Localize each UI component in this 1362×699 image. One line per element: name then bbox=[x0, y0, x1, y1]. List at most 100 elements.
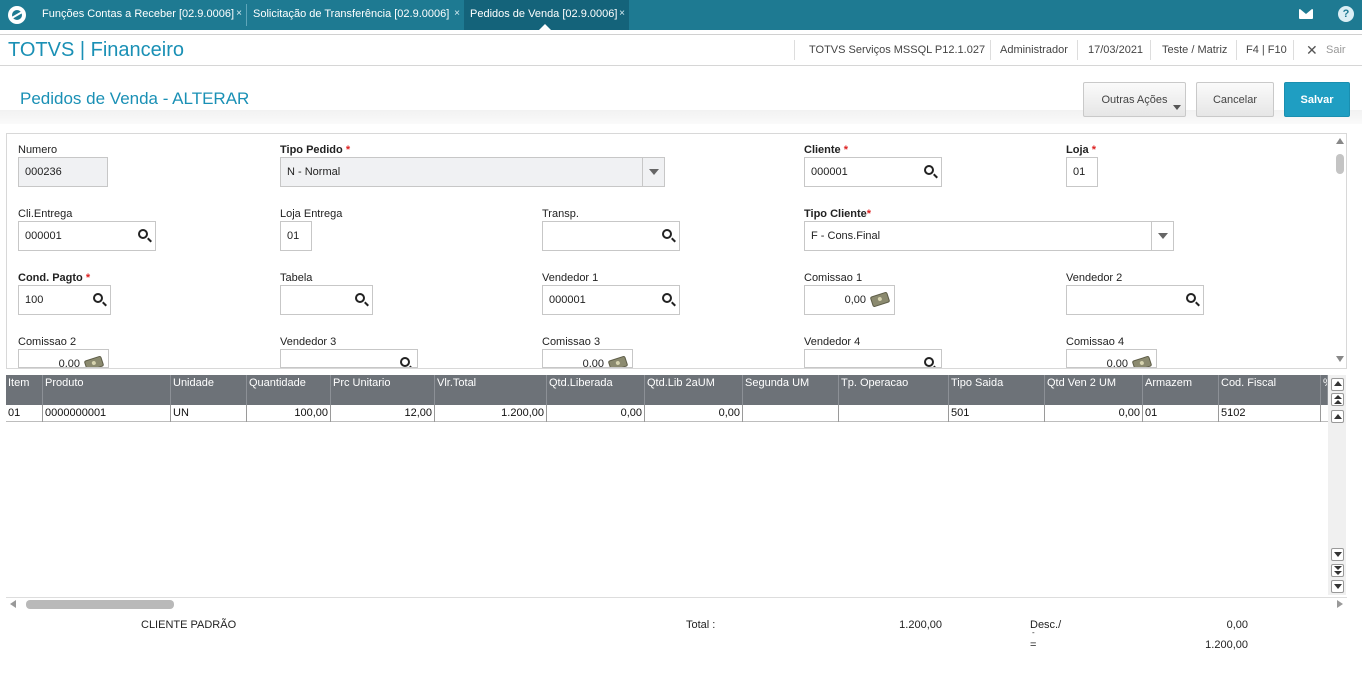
scroll-page-down-icon[interactable] bbox=[1331, 564, 1344, 577]
scroll-bottom-icon[interactable] bbox=[1331, 580, 1344, 593]
search-icon[interactable] bbox=[662, 293, 672, 303]
column-header[interactable]: Armazem bbox=[1143, 375, 1219, 405]
cell-produto[interactable]: 0000000001 bbox=[43, 405, 171, 422]
chevron-down-icon[interactable] bbox=[642, 158, 664, 186]
money-icon[interactable] bbox=[607, 355, 629, 367]
cell-armazem[interactable]: 01 bbox=[1143, 405, 1219, 422]
other-actions-button[interactable]: Outras Ações bbox=[1083, 82, 1186, 117]
shortcuts-info[interactable]: F4 | F10 bbox=[1246, 44, 1287, 56]
exit-icon[interactable]: ✕ bbox=[1306, 42, 1318, 59]
system-date[interactable]: 17/03/2021 bbox=[1088, 44, 1143, 56]
column-header[interactable]: Vlr.Total bbox=[435, 375, 547, 405]
cancel-button[interactable]: Cancelar bbox=[1196, 82, 1274, 117]
cell-cod-fiscal[interactable]: 5102 bbox=[1219, 405, 1321, 422]
comissao4-field[interactable]: 0,00 bbox=[1066, 349, 1157, 368]
search-icon[interactable] bbox=[355, 293, 365, 303]
scroll-page-up-icon[interactable] bbox=[1331, 393, 1344, 406]
user-name[interactable]: Administrador bbox=[1000, 44, 1068, 56]
close-icon[interactable]: × bbox=[619, 0, 625, 28]
column-header[interactable]: Unidade bbox=[171, 375, 247, 405]
column-header[interactable]: Qtd.Liberada bbox=[547, 375, 645, 405]
scroll-thumb[interactable] bbox=[26, 600, 174, 609]
column-header[interactable]: Qtd.Lib 2aUM bbox=[645, 375, 743, 405]
column-header[interactable]: Cod. Fiscal bbox=[1219, 375, 1321, 405]
cell-item[interactable]: 01 bbox=[6, 405, 43, 422]
cell-tipo-saida[interactable]: 501 bbox=[949, 405, 1045, 422]
branch-info[interactable]: Teste / Matriz bbox=[1162, 44, 1227, 56]
money-icon[interactable] bbox=[83, 355, 105, 367]
cliente-field[interactable]: 000001 bbox=[804, 157, 942, 187]
close-icon[interactable]: × bbox=[454, 0, 460, 28]
column-header[interactable]: Item bbox=[6, 375, 43, 405]
search-icon[interactable] bbox=[93, 293, 103, 303]
loja-entrega-field[interactable]: 01 bbox=[280, 221, 312, 251]
tipo-pedido-select[interactable]: N - Normal bbox=[280, 157, 665, 187]
totvs-logo-icon[interactable] bbox=[8, 6, 26, 24]
vendedor1-label: Vendedor 1 bbox=[542, 272, 599, 284]
numero-field[interactable]: 000236 bbox=[18, 157, 108, 187]
form-scrollbar[interactable] bbox=[1334, 134, 1346, 368]
column-header[interactable]: Prc Unitario bbox=[331, 375, 435, 405]
vendedor2-field[interactable] bbox=[1066, 285, 1204, 315]
scroll-up-icon[interactable] bbox=[1336, 138, 1344, 144]
scroll-thumb[interactable] bbox=[1336, 154, 1344, 174]
cell-tp-operacao[interactable] bbox=[839, 405, 949, 422]
comissao2-field[interactable]: 0,00 bbox=[18, 349, 109, 368]
cell-vlr-total[interactable]: 1.200,00 bbox=[435, 405, 547, 422]
vendedor1-field[interactable]: 000001 bbox=[542, 285, 680, 315]
money-icon[interactable] bbox=[1131, 355, 1153, 367]
comissao1-field[interactable]: 0,00 bbox=[804, 285, 895, 315]
scroll-down-icon[interactable] bbox=[1336, 356, 1344, 362]
cell-prc-unitario[interactable]: 12,00 bbox=[331, 405, 435, 422]
search-icon[interactable] bbox=[924, 165, 934, 175]
comissao3-label: Comissao 3 bbox=[542, 336, 601, 348]
search-icon[interactable] bbox=[924, 357, 934, 367]
grid-horizontal-scrollbar[interactable] bbox=[6, 597, 1347, 611]
vendedor4-field[interactable] bbox=[804, 349, 942, 368]
cli-entrega-field[interactable]: 000001 bbox=[18, 221, 156, 251]
scroll-right-icon[interactable] bbox=[1337, 600, 1343, 608]
exit-button[interactable]: Sair bbox=[1326, 44, 1346, 56]
search-icon[interactable] bbox=[1186, 293, 1196, 303]
scroll-up-icon[interactable] bbox=[1331, 410, 1344, 423]
cell-quantidade[interactable]: 100,00 bbox=[247, 405, 331, 422]
close-icon[interactable]: × bbox=[236, 0, 242, 28]
column-header[interactable]: Tipo Saida bbox=[949, 375, 1045, 405]
search-icon[interactable] bbox=[138, 229, 148, 239]
search-icon[interactable] bbox=[400, 357, 410, 367]
scroll-left-icon[interactable] bbox=[10, 600, 16, 608]
column-header[interactable]: Tp. Operacao bbox=[839, 375, 949, 405]
column-header[interactable]: Quantidade bbox=[247, 375, 331, 405]
cond-pagto-field[interactable]: 100 bbox=[18, 285, 111, 315]
table-row[interactable]: 01 0000000001 UN 100,00 12,00 1.200,00 0… bbox=[6, 405, 1328, 422]
scroll-down-icon[interactable] bbox=[1331, 548, 1344, 561]
cell-unidade[interactable]: UN bbox=[171, 405, 247, 422]
required-mark: * bbox=[843, 144, 849, 156]
column-header[interactable]: % bbox=[1321, 375, 1328, 405]
vendedor3-field[interactable] bbox=[280, 349, 418, 368]
grid-scrollbar[interactable] bbox=[1328, 375, 1346, 595]
tab-solicitacao-transferencia[interactable]: Solicitação de Transferência [02.9.0006]… bbox=[247, 0, 464, 30]
tabela-field[interactable] bbox=[280, 285, 373, 315]
chevron-down-icon[interactable] bbox=[1151, 222, 1173, 250]
loja-field[interactable]: 01 bbox=[1066, 157, 1098, 187]
search-icon[interactable] bbox=[662, 229, 672, 239]
column-header[interactable]: Qtd Ven 2 UM bbox=[1045, 375, 1143, 405]
scroll-top-icon[interactable] bbox=[1331, 378, 1344, 391]
cell-qtd-lib-2aum[interactable]: 0,00 bbox=[645, 405, 743, 422]
comissao1-label: Comissao 1 bbox=[804, 272, 863, 284]
save-button[interactable]: Salvar bbox=[1284, 82, 1350, 117]
column-header[interactable]: Segunda UM bbox=[743, 375, 839, 405]
tab-pedidos-de-venda[interactable]: Pedidos de Venda [02.9.0006] × bbox=[464, 0, 629, 30]
mail-icon[interactable] bbox=[1299, 9, 1313, 19]
cell-segunda-um[interactable] bbox=[743, 405, 839, 422]
tipo-cliente-select[interactable]: F - Cons.Final bbox=[804, 221, 1174, 251]
column-header[interactable]: Produto bbox=[43, 375, 171, 405]
cell-qtd-liberada[interactable]: 0,00 bbox=[547, 405, 645, 422]
cell-qtd-ven-2um[interactable]: 0,00 bbox=[1045, 405, 1143, 422]
tab-funcoes-contas-receber[interactable]: Funções Contas a Receber [02.9.0006] × bbox=[36, 0, 246, 30]
money-icon[interactable] bbox=[869, 291, 891, 308]
help-icon[interactable]: ? bbox=[1338, 6, 1354, 22]
comissao3-field[interactable]: 0,00 bbox=[542, 349, 633, 368]
transp-field[interactable] bbox=[542, 221, 680, 251]
